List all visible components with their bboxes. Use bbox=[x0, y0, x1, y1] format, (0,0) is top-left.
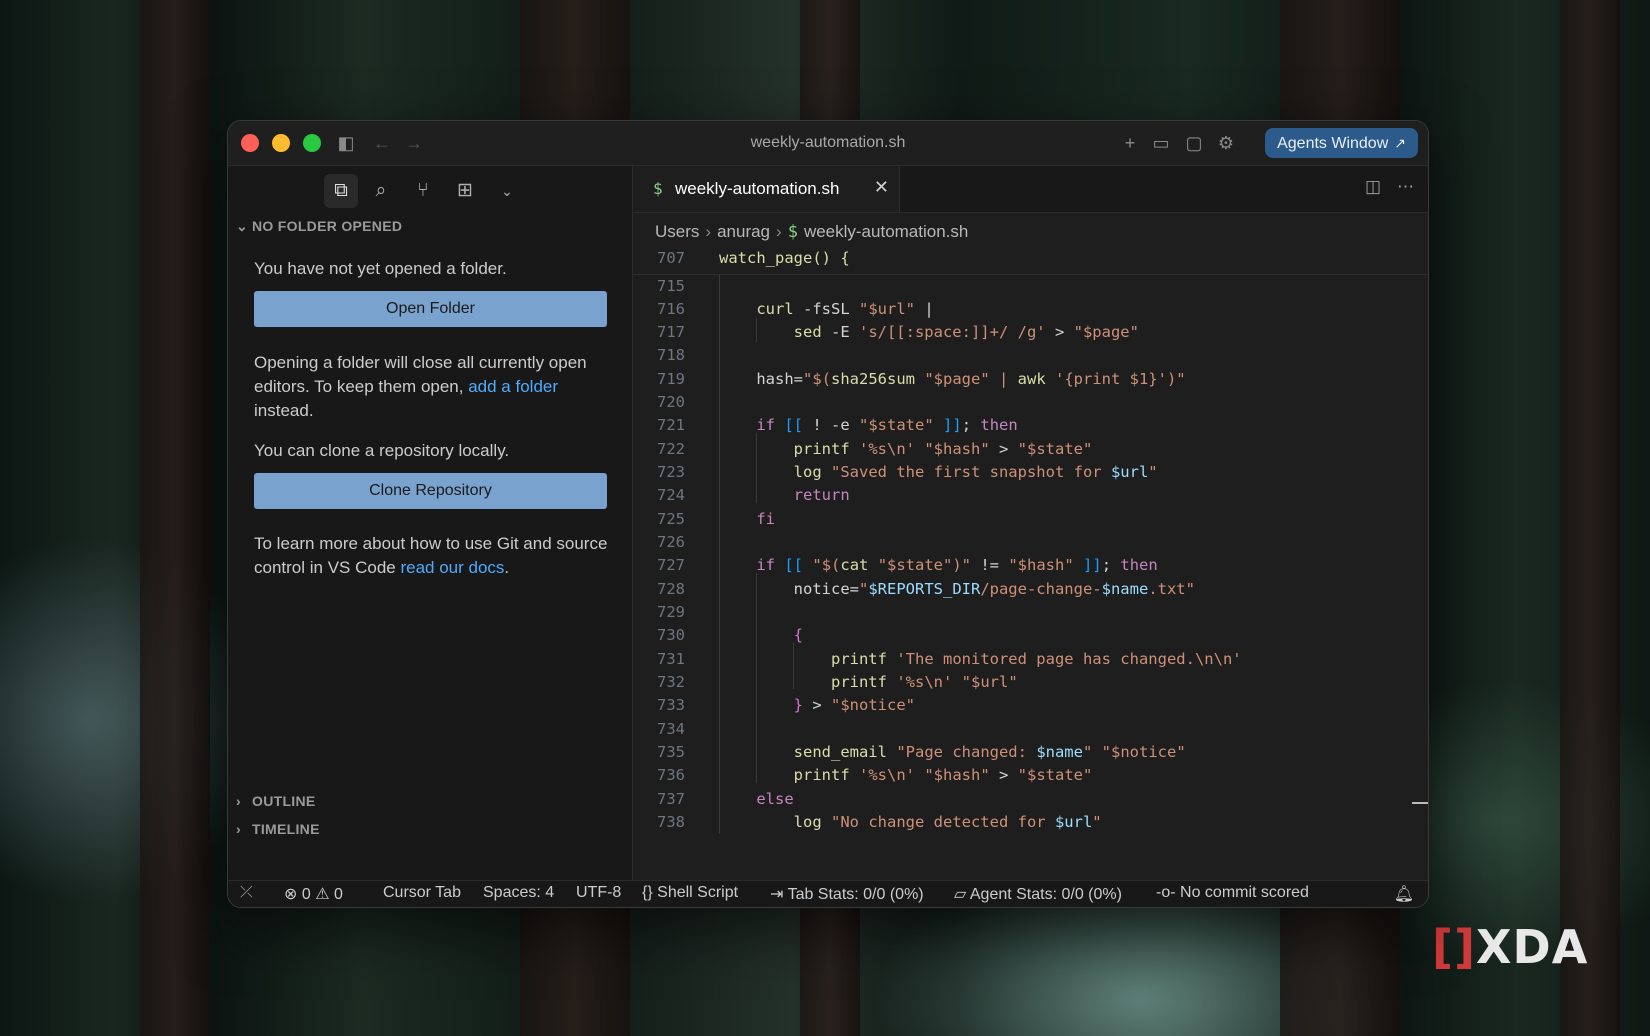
agents-window-button[interactable]: Agents Window ↗ bbox=[1265, 128, 1418, 158]
code-line: 720 bbox=[657, 393, 685, 411]
chevron-right-icon: › bbox=[236, 793, 241, 809]
breadcrumb: Users › anurag › $ weekly-automation.sh bbox=[655, 222, 968, 242]
code-line: 735 send_email "Page changed: $name" "$n… bbox=[657, 743, 1186, 761]
braces-icon: {} bbox=[642, 884, 653, 901]
tab-bar: $ weekly-automation.sh ✕ ◫ ⋯ bbox=[633, 166, 1428, 213]
code-line: 724 return bbox=[657, 486, 850, 504]
chat-bubble-icon: ▱ bbox=[954, 886, 967, 903]
code-line: 726 bbox=[657, 533, 685, 551]
opening-folder-message: Opening a folder will close all currentl… bbox=[254, 353, 587, 420]
explorer-files-icon[interactable]: ⧉ bbox=[324, 174, 358, 208]
extensions-icon[interactable]: ⊞ bbox=[448, 174, 482, 208]
learn-git-message: To learn more about how to use Git and s… bbox=[254, 534, 608, 577]
warning-icon: ⚠ bbox=[315, 886, 330, 903]
code-view[interactable]: 707 watch_page() { 715 716 curl -fsSL "$… bbox=[633, 248, 1428, 881]
tab-label: weekly-automation.sh bbox=[675, 179, 840, 198]
code-line: 731 printf 'The monitored page has chang… bbox=[657, 650, 1242, 668]
outline-section-header[interactable]: › OUTLINE bbox=[236, 793, 316, 809]
code-line: 722 printf '%s\n' "$hash" > "$state" bbox=[657, 440, 1093, 458]
settings-gear-icon[interactable]: ⚙ bbox=[1214, 131, 1238, 155]
tab-weekly-automation[interactable]: $ weekly-automation.sh ✕ bbox=[633, 166, 900, 212]
arrow-up-right-icon: ↗ bbox=[1394, 135, 1406, 151]
editor-actions: ◫ ⋯ bbox=[1349, 177, 1414, 197]
split-editor-icon[interactable]: ◫ bbox=[1365, 177, 1381, 196]
close-tab-icon[interactable]: ✕ bbox=[874, 177, 889, 198]
more-actions-icon[interactable]: ⋯ bbox=[1397, 177, 1414, 196]
toggle-panel-icon[interactable]: ▭ bbox=[1149, 131, 1173, 155]
code-line: 718 bbox=[657, 346, 685, 364]
shell-file-icon: $ bbox=[787, 222, 798, 242]
chevron-down-icon[interactable]: ⌄ bbox=[490, 174, 524, 208]
code-line: 729 bbox=[657, 603, 685, 621]
code-line: 719 hash="$(sha256sum "$page" | awk '{pr… bbox=[657, 370, 1186, 388]
agent-stats-status[interactable]: ▱ Agent Stats: 0/0 (0%) bbox=[954, 884, 1122, 904]
code-line: 730 { bbox=[657, 626, 803, 644]
background-tree bbox=[140, 0, 210, 1036]
code-line: 715 bbox=[657, 277, 685, 295]
remote-icon[interactable]: ⤫ bbox=[240, 884, 253, 902]
status-bar: ⤫ ⊗ 0 ⚠ 0 Cursor Tab Spaces: 4 UTF-8 {} … bbox=[228, 880, 1428, 907]
xda-watermark: []XDA bbox=[1432, 920, 1589, 974]
editor-window: ◧ ← → weekly-automation.sh + ▭ ▢ ⚙ Agent… bbox=[227, 120, 1429, 908]
code-line: 723 log "Saved the first snapshot for $u… bbox=[657, 463, 1158, 481]
breadcrumb-anurag[interactable]: anurag bbox=[717, 222, 770, 241]
code-line: 727 if [[ "$(cat "$state")" != "$hash" ]… bbox=[657, 556, 1158, 574]
source-control-icon[interactable]: ⑂ bbox=[406, 174, 440, 208]
cursor-tab-status[interactable]: Cursor Tab bbox=[383, 884, 461, 902]
code-line: 737 else bbox=[657, 790, 794, 808]
shell-file-icon: $ bbox=[653, 179, 663, 198]
scrollbar-marker[interactable] bbox=[1412, 802, 1428, 804]
language-mode-status[interactable]: {} Shell Script bbox=[642, 884, 738, 902]
sticky-function-line: watch_page() { bbox=[719, 249, 850, 267]
commit-status[interactable]: -o- No commit scored bbox=[1156, 884, 1309, 902]
line-number: 707 bbox=[657, 249, 685, 267]
encoding-status[interactable]: UTF-8 bbox=[576, 884, 621, 902]
code-line: 716 curl -fsSL "$url" | bbox=[657, 300, 934, 318]
breadcrumb-file[interactable]: weekly-automation.sh bbox=[804, 222, 968, 241]
code-line: 721 if [[ ! -e "$state" ]]; then bbox=[657, 416, 1018, 434]
titlebar: ◧ ← → weekly-automation.sh + ▭ ▢ ⚙ Agent… bbox=[228, 121, 1428, 166]
open-folder-button[interactable]: Open Folder bbox=[254, 291, 607, 327]
forward-arrow-icon[interactable]: → bbox=[402, 131, 426, 155]
clone-message: You can clone a repository locally. bbox=[254, 441, 510, 460]
chevron-right-icon: › bbox=[705, 222, 712, 241]
chevron-right-icon: › bbox=[776, 222, 782, 241]
code-line: 736 printf '%s\n' "$hash" > "$state" bbox=[657, 766, 1093, 784]
sidebar: ⧉ ⌕ ⑂ ⊞ ⌄ ⌄ NO FOLDER OPENED You have not… bbox=[228, 166, 633, 881]
chevron-down-icon: ⌄ bbox=[236, 218, 249, 234]
editor-area: $ weekly-automation.sh ✕ ◫ ⋯ Users › anurag… bbox=[633, 166, 1428, 881]
minimize-window-button[interactable] bbox=[272, 134, 290, 152]
add-folder-link[interactable]: add a folder bbox=[468, 377, 558, 396]
close-window-button[interactable] bbox=[241, 134, 259, 152]
arrow-right-to-line-icon: ⇥ bbox=[770, 886, 784, 903]
error-icon: ⊗ bbox=[284, 886, 298, 903]
code-line: 717 sed -E 's/[[:space:]]+/ /g' > "$page… bbox=[657, 323, 1139, 341]
new-agent-plus-icon[interactable]: + bbox=[1118, 131, 1142, 155]
breadcrumb-users[interactable]: Users bbox=[655, 222, 699, 241]
toggle-sidebar-icon[interactable]: ◧ bbox=[334, 131, 358, 155]
no-folder-section-header[interactable]: ⌄ NO FOLDER OPENED bbox=[236, 218, 402, 235]
notifications-bell-icon[interactable]: 🔔︎ bbox=[1394, 884, 1414, 904]
read-docs-link[interactable]: read our docs bbox=[400, 558, 504, 577]
back-arrow-icon[interactable]: ← bbox=[370, 131, 394, 155]
maximize-window-button[interactable] bbox=[303, 134, 321, 152]
code-line: 732 printf '%s\n' "$url" bbox=[657, 673, 1018, 691]
timeline-section-header[interactable]: › TIMELINE bbox=[236, 821, 320, 837]
background-tree bbox=[1560, 0, 1620, 1036]
chat-icon[interactable]: ▢ bbox=[1182, 131, 1206, 155]
no-folder-message: You have not yet opened a folder. bbox=[254, 259, 507, 278]
indentation-status[interactable]: Spaces: 4 bbox=[483, 884, 554, 902]
tab-stats-status[interactable]: ⇥ Tab Stats: 0/0 (0%) bbox=[770, 884, 924, 904]
code-line: 734 bbox=[657, 720, 685, 738]
code-line: 725 fi bbox=[657, 510, 775, 528]
code-line: 728 notice="$REPORTS_DIR/page-change-$na… bbox=[657, 580, 1195, 598]
chevron-right-icon: › bbox=[236, 821, 241, 837]
search-icon[interactable]: ⌕ bbox=[364, 174, 398, 208]
code-line: 733 } > "$notice" bbox=[657, 696, 915, 714]
code-line: 738 log "No change detected for $url" bbox=[657, 813, 1102, 831]
commit-icon: -o- bbox=[1156, 884, 1176, 901]
clone-repository-button[interactable]: Clone Repository bbox=[254, 473, 607, 509]
problems-indicator[interactable]: ⊗ 0 ⚠ 0 bbox=[284, 884, 343, 904]
sticky-scroll-header[interactable]: 707 watch_page() { bbox=[633, 248, 1428, 275]
